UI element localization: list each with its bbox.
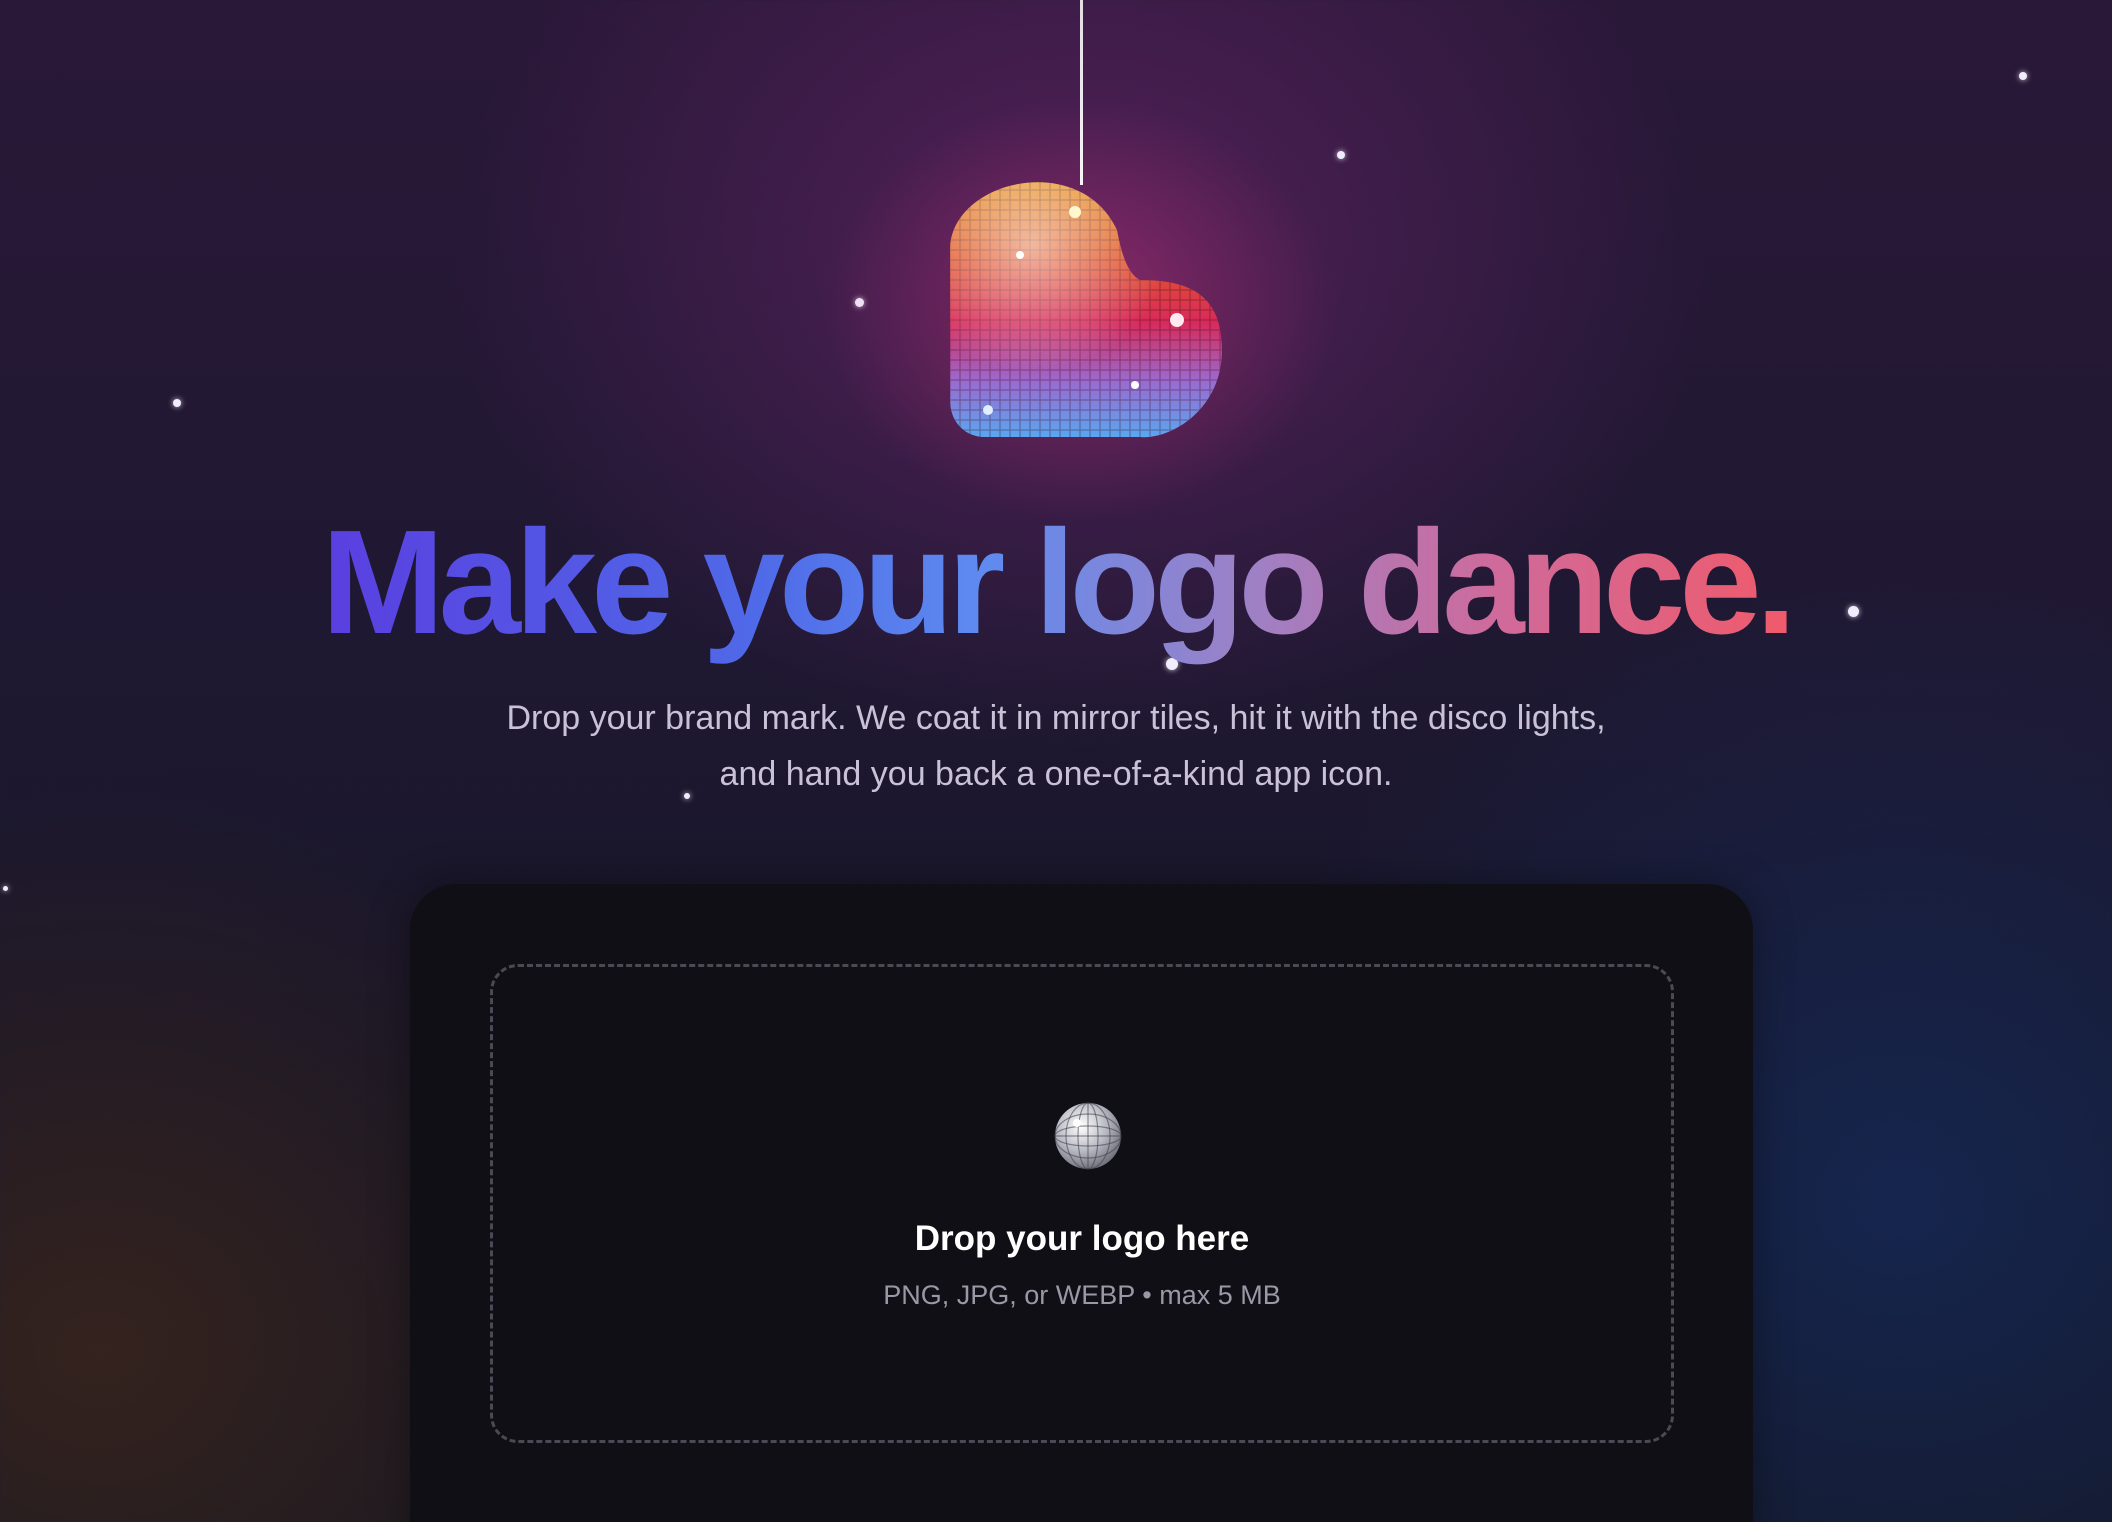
subtitle-line-1: Drop your brand mark. We coat it in mirr…: [506, 699, 1606, 737]
star: [3, 886, 8, 891]
page-subtitle: Drop your brand mark. We coat it in mirr…: [456, 690, 1656, 802]
page-headline: Make your logo dance.: [0, 503, 2112, 663]
dropzone-hint: PNG, JPG, or WEBP • max 5 MB: [883, 1280, 1281, 1310]
star: [173, 399, 181, 407]
disco-heart-icon: [930, 150, 1230, 450]
subtitle-line-2: and hand you back a one-of-a-kind app ic…: [719, 755, 1393, 793]
logo-dropzone[interactable]: Drop your logo here PNG, JPG, or WEBP • …: [490, 964, 1674, 1443]
disco-ball-icon: [1053, 1101, 1123, 1171]
dropzone-title: Drop your logo here: [914, 1219, 1250, 1258]
star: [2019, 72, 2027, 80]
upload-card: Drop your logo here PNG, JPG, or WEBP • …: [410, 884, 1753, 1522]
